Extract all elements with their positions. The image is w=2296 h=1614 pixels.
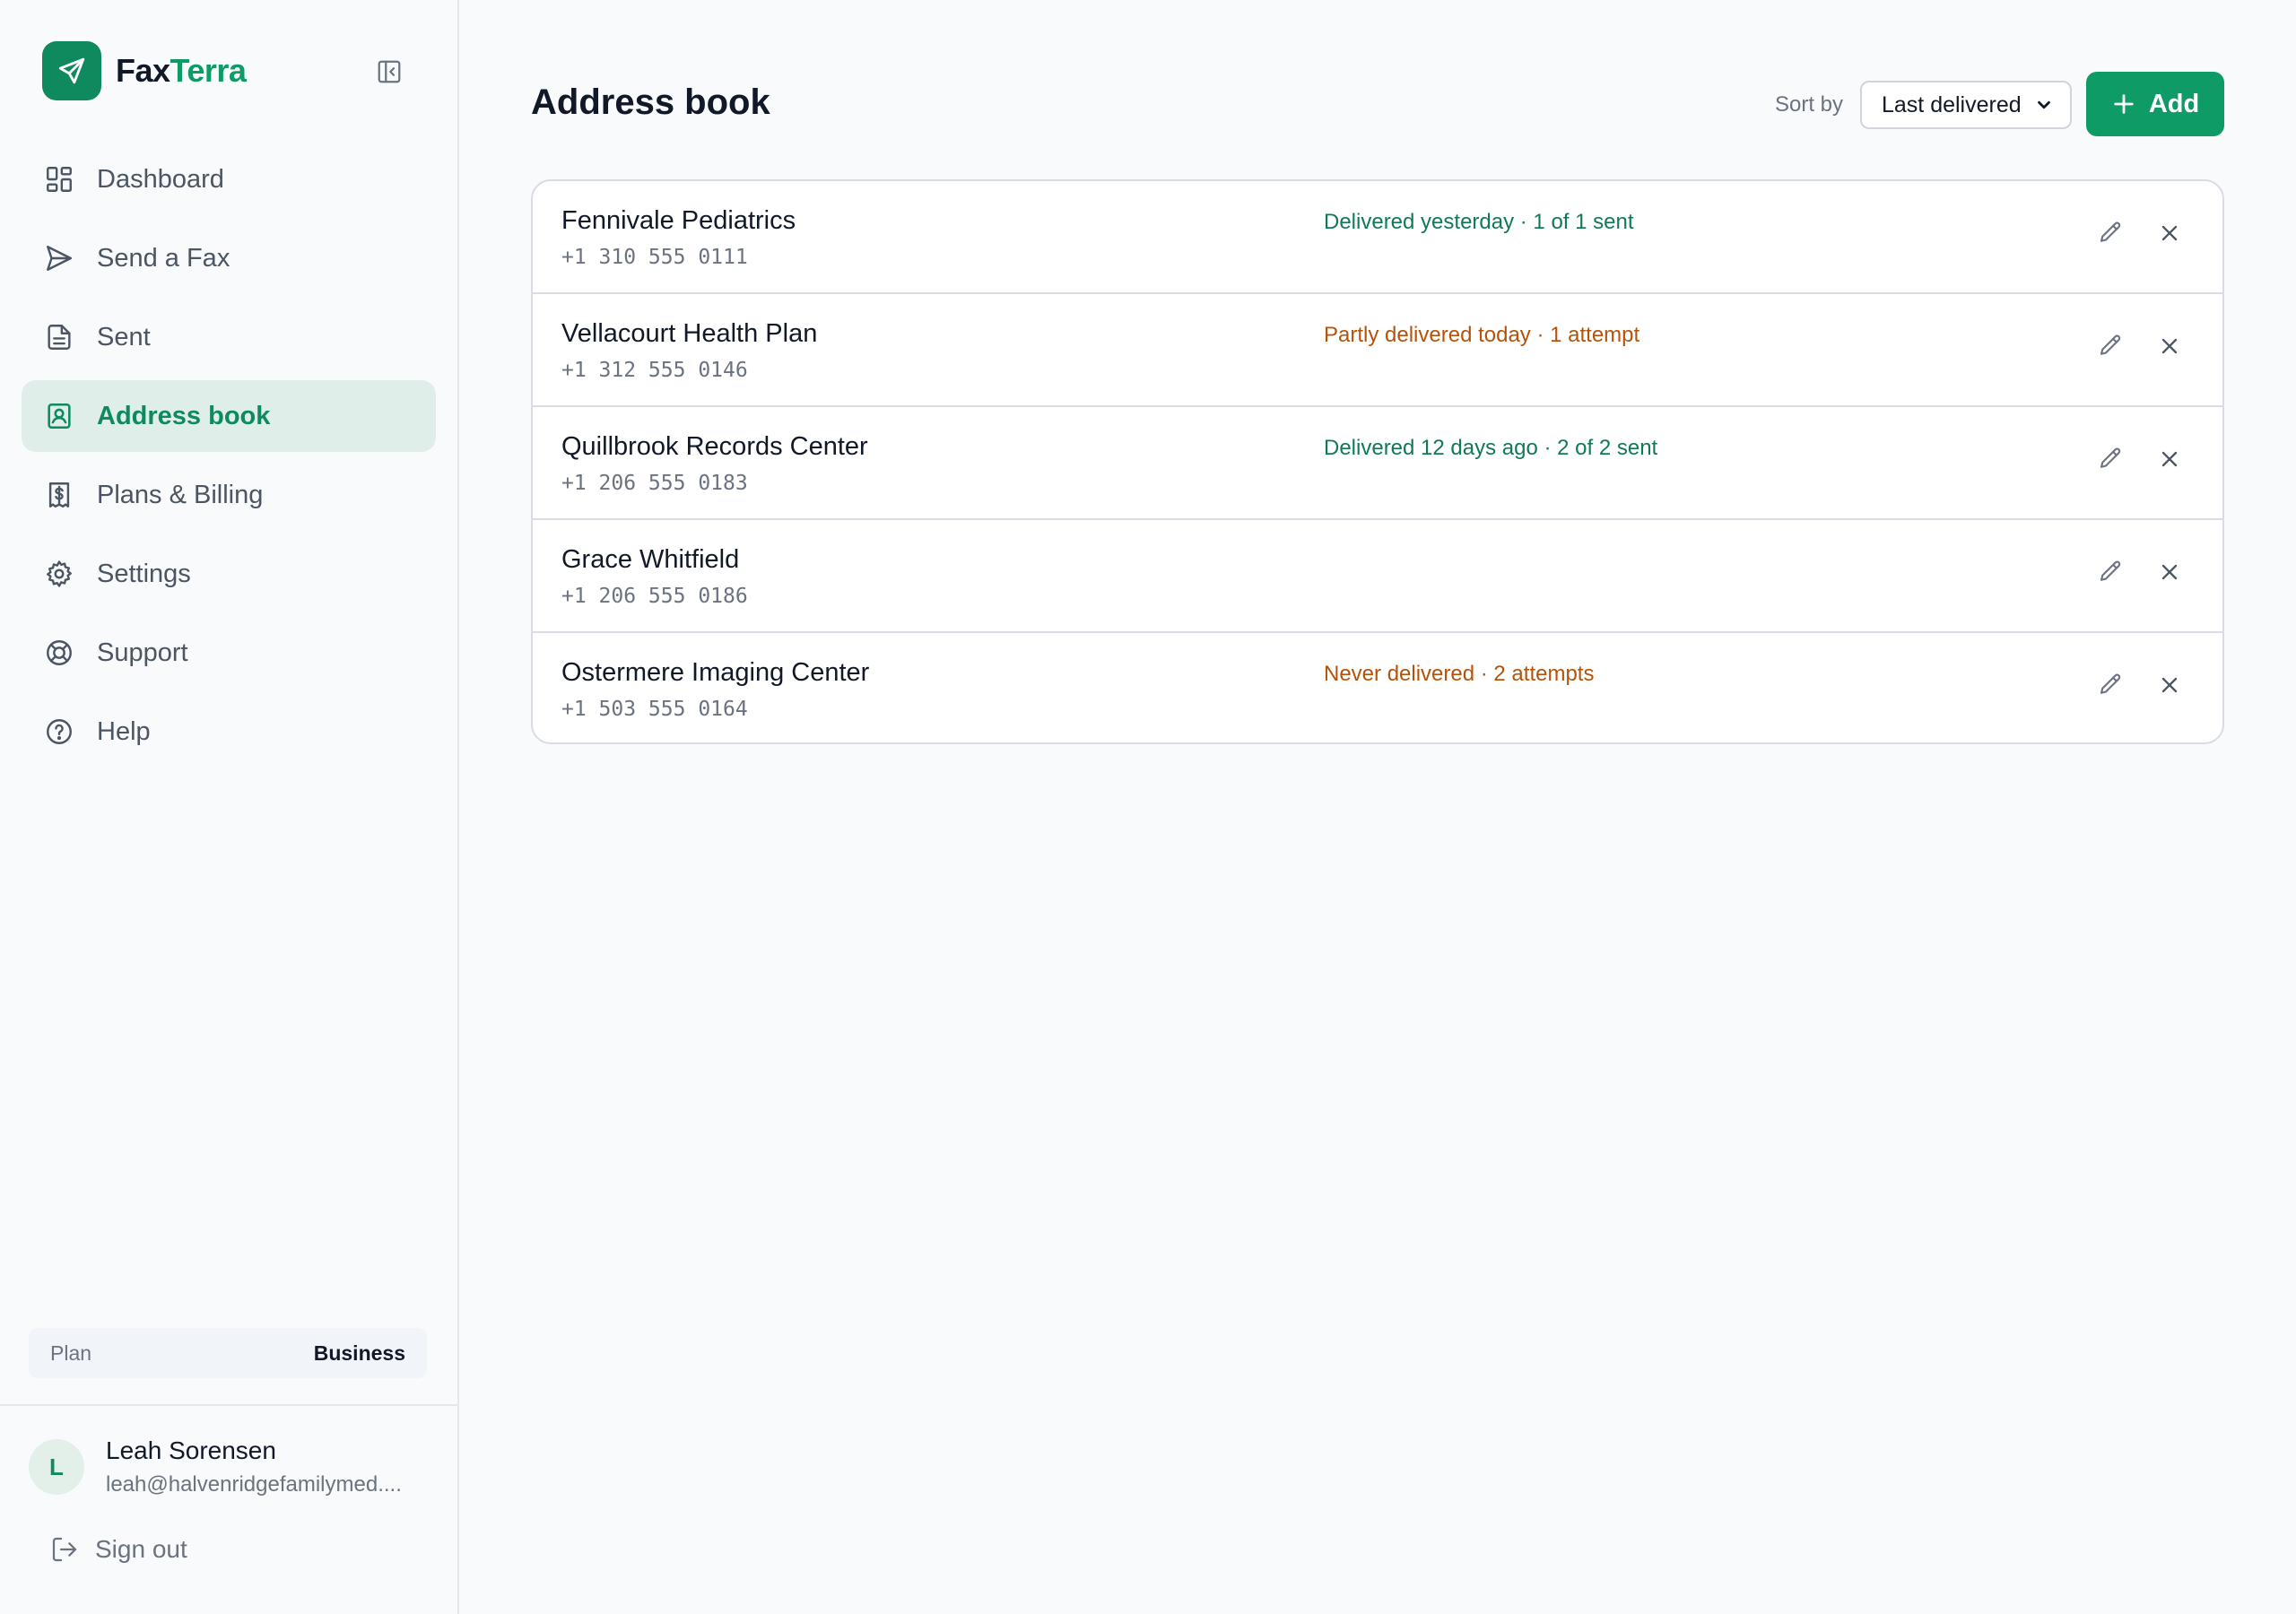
close-icon — [2161, 338, 2178, 354]
edit-contact-button[interactable] — [2092, 215, 2128, 251]
user-divider — [0, 1404, 457, 1406]
sign-out-label: Sign out — [95, 1535, 187, 1563]
contact-name: Grace Whitfield — [561, 545, 740, 574]
close-icon — [2161, 677, 2178, 693]
sidebar-item-label: Send a Fax — [97, 243, 230, 273]
contact-row[interactable]: Quillbrook Records Center +1 206 555 018… — [533, 407, 2222, 520]
edit-contact-button[interactable] — [2092, 667, 2128, 703]
sort-selected-value: Last delivered — [1882, 91, 2022, 117]
paper-plane-icon — [58, 57, 85, 84]
sidebar-item-label: Support — [97, 638, 188, 667]
sidebar-item-support[interactable]: Support — [22, 617, 436, 689]
address-book-icon — [43, 400, 75, 432]
contact-fax-number: +1 312 555 0146 — [561, 359, 748, 382]
dashboard-icon — [43, 163, 75, 195]
contact-row[interactable]: Ostermere Imaging Center +1 503 555 0164… — [533, 633, 2222, 742]
brand[interactable]: FaxTerra — [42, 41, 247, 100]
sidebar-nav: Dashboard Send a Fax Sent Address book P… — [22, 143, 436, 775]
sidebar-item-label: Plans & Billing — [97, 480, 264, 509]
remove-contact-button[interactable] — [2152, 554, 2187, 590]
sidebar-item-help[interactable]: Help — [22, 696, 436, 768]
plus-icon — [2111, 91, 2136, 117]
edit-contact-button[interactable] — [2092, 554, 2128, 590]
close-icon — [2161, 564, 2178, 580]
sidebar-item-plans-billing[interactable]: Plans & Billing — [22, 459, 436, 531]
sidebar-collapse-icon — [378, 60, 401, 83]
delivery-status: Delivered yesterday · 1 of 1 sent — [1324, 210, 1634, 234]
user-name: Leah Sorensen — [106, 1436, 276, 1464]
brand-name-part2: Terra — [170, 52, 247, 89]
sidebar-item-address-book[interactable]: Address book — [22, 380, 436, 452]
contact-row[interactable]: Grace Whitfield +1 206 555 0186 — [533, 520, 2222, 633]
add-contact-button[interactable]: Add — [2086, 72, 2224, 136]
contact-row[interactable]: Vellacourt Health Plan +1 312 555 0146 P… — [533, 294, 2222, 407]
page-title: Address book — [531, 82, 770, 122]
contact-name: Ostermere Imaging Center — [561, 658, 870, 687]
document-icon — [43, 321, 75, 353]
sidebar-item-label: Help — [97, 716, 151, 746]
pencil-icon — [2100, 673, 2121, 694]
sidebar-item-label: Settings — [97, 559, 191, 588]
close-icon — [2161, 451, 2178, 467]
sign-out-button[interactable]: Sign out — [50, 1535, 187, 1564]
contact-fax-number: +1 206 555 0186 — [561, 585, 748, 608]
remove-contact-button[interactable] — [2152, 441, 2187, 477]
sidebar: FaxTerra Dashboard Send a Fax Sent Addre… — [0, 0, 459, 1614]
chevron-down-icon — [2038, 100, 2050, 109]
user-profile[interactable]: L Leah Sorensen leah@halvenridgefamilyme… — [29, 1436, 422, 1497]
edit-contact-button[interactable] — [2092, 441, 2128, 477]
contact-fax-number: +1 503 555 0164 — [561, 698, 748, 721]
sidebar-item-dashboard[interactable]: Dashboard — [22, 143, 436, 215]
pencil-icon — [2100, 560, 2121, 581]
avatar: L — [29, 1439, 84, 1495]
contact-name: Vellacourt Health Plan — [561, 319, 818, 348]
sidebar-item-settings[interactable]: Settings — [22, 538, 436, 610]
pencil-icon — [2100, 334, 2121, 355]
remove-contact-button[interactable] — [2152, 328, 2187, 364]
plan-value: Business — [313, 1341, 405, 1365]
close-icon — [2161, 225, 2178, 241]
send-icon — [43, 242, 75, 274]
pencil-icon — [2100, 447, 2121, 468]
sign-out-icon — [50, 1535, 79, 1564]
plan-summary: Plan Business — [29, 1328, 427, 1378]
delivery-status: Partly delivered today · 1 attempt — [1324, 323, 1640, 347]
contact-fax-number: +1 206 555 0183 — [561, 472, 748, 495]
sidebar-item-label: Sent — [97, 322, 151, 351]
sidebar-item-label: Dashboard — [97, 164, 224, 194]
contact-list: Fennivale Pediatrics +1 310 555 0111 Del… — [531, 179, 2224, 744]
delivery-status: Never delivered · 2 attempts — [1324, 662, 1595, 686]
sidebar-item-label: Address book — [97, 401, 271, 430]
help-icon — [43, 716, 75, 748]
contact-row[interactable]: Fennivale Pediatrics +1 310 555 0111 Del… — [533, 181, 2222, 294]
delivery-status: Delivered 12 days ago · 2 of 2 sent — [1324, 436, 1658, 460]
sort-select[interactable]: Last delivered — [1860, 81, 2072, 129]
sidebar-item-send-a-fax[interactable]: Send a Fax — [22, 222, 436, 294]
contact-name: Fennivale Pediatrics — [561, 206, 796, 235]
remove-contact-button[interactable] — [2152, 667, 2187, 703]
gear-icon — [43, 558, 75, 590]
brand-name: FaxTerra — [116, 52, 247, 90]
pencil-icon — [2100, 221, 2121, 242]
sort-label: Sort by — [1775, 92, 1844, 117]
remove-contact-button[interactable] — [2152, 215, 2187, 251]
plan-label: Plan — [50, 1341, 92, 1365]
sidebar-item-sent[interactable]: Sent — [22, 301, 436, 373]
brand-name-part1: Fax — [116, 52, 170, 89]
contact-name: Quillbrook Records Center — [561, 432, 868, 461]
user-email: leah@halvenridgefamilymed.... — [106, 1472, 402, 1497]
contact-fax-number: +1 310 555 0111 — [561, 246, 748, 269]
add-button-label: Add — [2148, 89, 2200, 118]
billing-icon — [43, 479, 75, 511]
user-text: Leah Sorensen leah@halvenridgefamilymed.… — [106, 1436, 422, 1497]
collapse-sidebar-button[interactable] — [373, 56, 405, 88]
lifebuoy-icon — [43, 637, 75, 669]
edit-contact-button[interactable] — [2092, 328, 2128, 364]
brand-logo — [42, 41, 101, 100]
